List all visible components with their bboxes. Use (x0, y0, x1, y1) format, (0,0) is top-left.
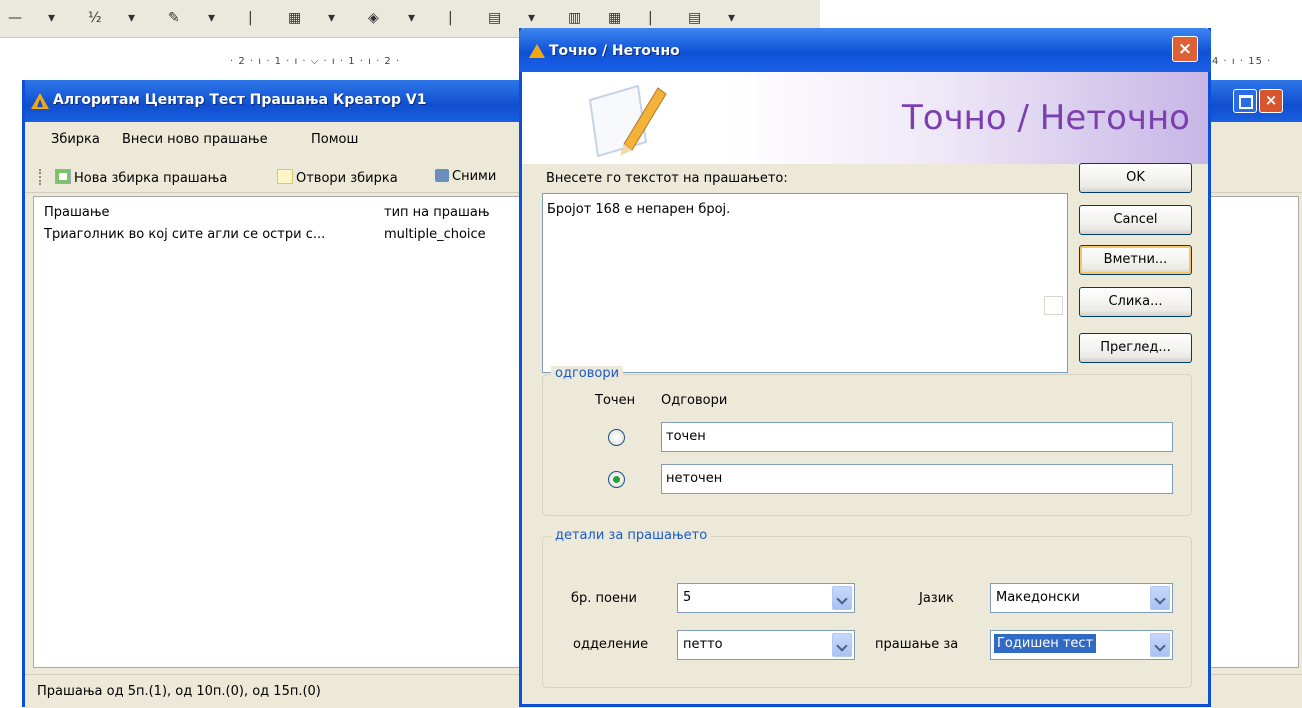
cancel-button[interactable]: Cancel (1079, 205, 1192, 235)
menu-help[interactable]: Помош (311, 132, 358, 147)
points-select[interactable]: 5 (677, 583, 855, 613)
answer-input-false[interactable]: неточен (661, 464, 1173, 494)
type-cell: multiple_choice (384, 227, 486, 242)
answer-input-true[interactable]: точен (661, 422, 1173, 452)
word-toolbar-button[interactable]: ▾ (328, 8, 335, 28)
status-text: Прашања од 5п.(1), од 10п.(0), од 15п.(0… (37, 684, 321, 699)
save-button[interactable]: Сними (435, 169, 496, 184)
maximize-button[interactable] (1233, 89, 1257, 113)
word-toolbar-button[interactable]: ▾ (48, 8, 55, 28)
app-logo-icon (31, 93, 49, 109)
question-text-label: Внесете го текстот на прашањето: (546, 171, 788, 186)
new-collection-button[interactable]: Нова збирка прашања (55, 169, 227, 186)
language-select[interactable]: Македонски (990, 583, 1173, 613)
word-toolbar-button[interactable]: | (448, 8, 453, 28)
ruler-marks-right: 4 · ı · 15 · (1212, 56, 1272, 67)
true-false-dialog: Точно / Неточно × Точно / Неточно Внесет… (519, 28, 1211, 707)
ok-button[interactable]: OK (1079, 163, 1192, 193)
chevron-down-icon[interactable] (832, 586, 852, 610)
menu-new-question[interactable]: Внеси ново прашање (122, 132, 268, 147)
dialog-logo-icon (529, 44, 545, 58)
word-toolbar-button[interactable]: | (648, 8, 653, 28)
grade-label: одделение (573, 637, 649, 652)
preview-button[interactable]: Преглед... (1079, 333, 1192, 363)
language-label: Јазик (919, 591, 955, 606)
dialog-banner: Точно / Неточно (522, 72, 1208, 164)
chevron-down-icon[interactable] (832, 633, 852, 657)
open-folder-icon (277, 169, 293, 184)
app-title: Алгоритам Центар Тест Прашања Креатор V1 (53, 92, 427, 108)
answer-radio-true[interactable] (608, 429, 625, 446)
question-text: Бројот 168 е непарен број. (547, 202, 731, 217)
save-label: Сними (452, 169, 497, 184)
answers-legend: одговори (551, 366, 624, 381)
open-collection-button[interactable]: Отвори збирка (277, 169, 398, 186)
correct-column-header: Точен (595, 393, 636, 408)
answer-radio-false[interactable] (608, 471, 625, 488)
grade-value: петто (683, 637, 723, 652)
language-value: Македонски (996, 590, 1080, 605)
save-icon (435, 169, 449, 182)
word-toolbar-button[interactable]: ▤ (488, 8, 501, 28)
word-toolbar-button[interactable]: ✎ (168, 8, 180, 28)
word-toolbar-button[interactable]: | (248, 8, 253, 28)
word-toolbar-button[interactable]: ▾ (528, 8, 535, 28)
word-toolbar-button[interactable]: ▾ (128, 8, 135, 28)
details-legend: детали за прашањето (551, 528, 712, 543)
word-toolbar-button[interactable]: ▾ (208, 8, 215, 28)
word-toolbar-button[interactable]: ▦ (608, 8, 621, 28)
image-checkbox[interactable] (1044, 296, 1063, 315)
chevron-down-icon[interactable] (1150, 633, 1170, 657)
grade-select[interactable]: петто (677, 630, 855, 660)
word-toolbar-button[interactable]: ▦ (288, 8, 301, 28)
column-header-type[interactable]: тип на прашањ (384, 205, 490, 220)
word-toolbar-button[interactable]: — (8, 8, 22, 28)
dialog-close-button[interactable]: × (1172, 36, 1198, 62)
answer-text-true: точен (666, 429, 706, 444)
answers-group: одговори Точен Одговори точен неточен (542, 366, 1192, 516)
word-toolbar-button[interactable]: ◈ (368, 8, 379, 28)
points-value: 5 (683, 590, 692, 605)
points-label: бр. поени (571, 591, 637, 606)
dialog-titlebar[interactable]: Точно / Неточно × (519, 28, 1211, 72)
word-toolbar-button[interactable]: ▥ (568, 8, 581, 28)
open-collection-label: Отвори збирка (296, 171, 398, 186)
toolbar-grip[interactable] (39, 169, 44, 185)
question-for-value: Годишен тест (994, 634, 1097, 653)
answer-text-false: неточен (666, 471, 723, 486)
new-document-icon (55, 169, 71, 184)
question-details-group: детали за прашањето бр. поени 5 Јазик Ма… (542, 528, 1192, 688)
pencil-paper-icon (588, 84, 667, 158)
word-toolbar-button[interactable]: ½ (88, 8, 102, 28)
word-toolbar-button[interactable]: ▾ (408, 8, 415, 28)
question-for-label: прашање за (875, 637, 959, 652)
word-toolbar-button[interactable]: ▾ (728, 8, 735, 28)
column-header-question[interactable]: Прашање (44, 205, 110, 220)
chevron-down-icon[interactable] (1150, 586, 1170, 610)
question-for-select[interactable]: Годишен тест (990, 630, 1173, 660)
word-toolbar-button[interactable]: ▤ (688, 8, 701, 28)
dialog-title: Точно / Неточно (549, 43, 680, 59)
close-button[interactable]: × (1259, 89, 1283, 113)
banner-title: Точно / Неточно (902, 98, 1190, 138)
insert-button[interactable]: Вметни... (1079, 245, 1192, 275)
answers-column-header: Одговори (661, 393, 728, 408)
menu-collection[interactable]: Збирка (51, 132, 100, 147)
question-textarea[interactable]: Бројот 168 е непарен број. (542, 193, 1068, 373)
image-button[interactable]: Слика... (1079, 287, 1192, 317)
question-cell: Триаголник во кој сите агли се остри с..… (44, 227, 326, 242)
new-collection-label: Нова збирка прашања (74, 171, 228, 186)
ruler-marks-left: · 2 · ı · 1 · ı · ⌵ · ı · 1 · ı · 2 · (230, 56, 401, 67)
